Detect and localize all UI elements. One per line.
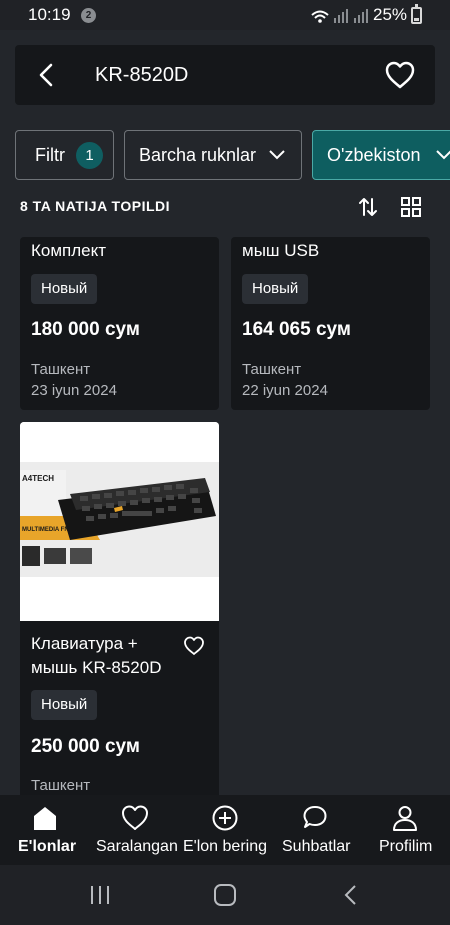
search-header: KR-8520D bbox=[15, 45, 435, 105]
listing-title-line2: мышь KR-8520D bbox=[31, 658, 162, 677]
battery-percent: 25% bbox=[373, 5, 408, 24]
notification-count-badge: 2 bbox=[81, 8, 96, 23]
home-button-icon[interactable] bbox=[213, 883, 237, 907]
condition-badge: Новый bbox=[31, 690, 98, 720]
nav-label: Suhbatlar bbox=[282, 838, 351, 855]
nav-suhbatlar[interactable]: Suhbatlar bbox=[270, 795, 360, 865]
user-icon bbox=[393, 806, 417, 831]
listing-location: Ташкент bbox=[31, 361, 91, 378]
listing-title-line1: Клавиатура + bbox=[31, 634, 138, 653]
filter-count-badge: 1 bbox=[76, 142, 103, 169]
listing-price: 164 065 сум bbox=[242, 319, 351, 340]
listing-title: мыш USB bbox=[242, 241, 320, 260]
chevron-down-icon bbox=[436, 150, 450, 160]
results-count: 8 TA NATIJA TOPILDI bbox=[20, 198, 171, 214]
listing-location: Ташкент bbox=[31, 777, 91, 794]
listing-image[interactable]: A4TECH MULTIMEDIA FN DESKTOP bbox=[20, 422, 219, 621]
results-bar: 8 TA NATIJA TOPILDI bbox=[20, 196, 430, 218]
nav-profilim[interactable]: Profilim bbox=[360, 795, 450, 865]
nav-elonlar[interactable]: E'lonlar bbox=[0, 795, 90, 865]
favorite-heart-icon[interactable] bbox=[182, 634, 206, 656]
system-navigation-bar bbox=[0, 865, 450, 925]
listing-date: 23 iyun 2024 bbox=[31, 382, 117, 399]
brand-logo: A4TECH bbox=[22, 474, 54, 483]
filter-label: Filtr bbox=[35, 144, 65, 165]
region-label: O'zbekiston bbox=[327, 144, 421, 165]
nav-saralangan[interactable]: Saralangan bbox=[90, 795, 180, 865]
grid-view-icon[interactable] bbox=[400, 196, 422, 218]
condition-badge: Новый bbox=[242, 274, 309, 304]
search-query-title[interactable]: KR-8520D bbox=[95, 64, 188, 87]
nav-label: Profilim bbox=[379, 838, 433, 855]
category-label: Barcha ruknlar bbox=[139, 144, 257, 165]
chevron-down-icon bbox=[269, 150, 285, 160]
back-button-icon[interactable] bbox=[340, 884, 362, 906]
nav-label: Saralangan bbox=[96, 838, 178, 855]
recent-apps-icon[interactable] bbox=[88, 885, 112, 905]
listing-location: Ташкент bbox=[242, 361, 302, 378]
nav-label: E'lon bering bbox=[183, 838, 267, 855]
nav-elon-bering[interactable]: E'lon bering bbox=[180, 795, 270, 865]
back-arrow-icon[interactable] bbox=[31, 59, 63, 91]
battery-icon bbox=[411, 4, 422, 24]
heart-icon bbox=[122, 805, 148, 830]
home-icon bbox=[34, 807, 56, 830]
listing-title: Комплект bbox=[31, 241, 107, 260]
listing-price: 180 000 сум bbox=[31, 319, 140, 340]
chat-icon bbox=[303, 806, 327, 828]
nav-label: E'lonlar bbox=[18, 838, 77, 855]
category-dropdown[interactable]: Barcha ruknlar bbox=[124, 130, 302, 180]
condition-badge: Новый bbox=[31, 274, 98, 304]
bottom-navigation: E'lonlar Saralangan E'lon bering Suhbatl… bbox=[0, 795, 450, 865]
signal-icon bbox=[311, 9, 368, 23]
status-time: 10:19 bbox=[28, 5, 71, 24]
filter-button[interactable]: Filtr 1 bbox=[15, 130, 114, 180]
heart-outline-icon[interactable] bbox=[383, 59, 417, 91]
listing-card[interactable]: Комплект Новый 180 000 сум Ташкент 23 iy… bbox=[20, 237, 219, 410]
plus-circle-icon bbox=[212, 805, 238, 831]
listing-date: 22 iyun 2024 bbox=[242, 382, 328, 399]
listing-card[interactable]: A4TECH MULTIMEDIA FN DESKTOP Клавиатура … bbox=[20, 422, 219, 802]
sort-icon[interactable] bbox=[357, 196, 379, 218]
listing-card[interactable]: мыш USB Новый 164 065 сум Ташкент 22 iyu… bbox=[231, 237, 430, 410]
listing-price: 250 000 сум bbox=[31, 736, 140, 757]
region-dropdown[interactable]: O'zbekiston bbox=[312, 130, 450, 180]
status-bar: 10:19 2 25% bbox=[0, 0, 450, 30]
